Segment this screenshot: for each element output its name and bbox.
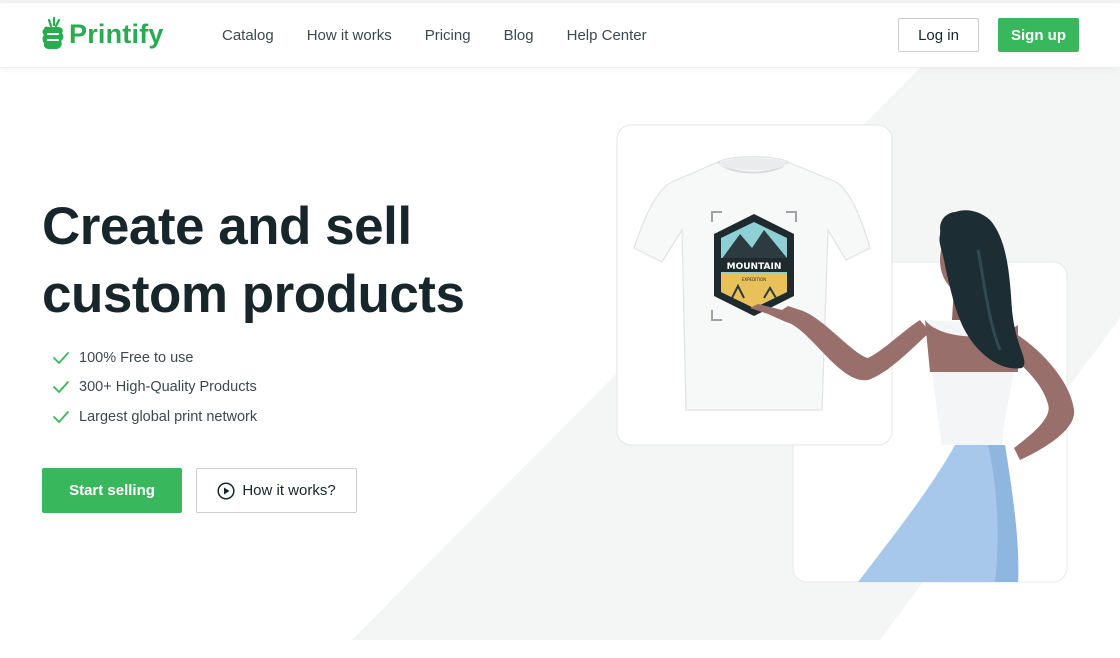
nav-pricing[interactable]: Pricing [425,27,471,44]
printify-logo-icon [42,17,64,49]
design-subtitle: EXPEDITION [742,277,766,282]
how-it-works-button[interactable]: How it works? [196,468,357,513]
nav-blog[interactable]: Blog [504,27,534,44]
design-title: MOUNTAIN [727,262,782,272]
hero-title: Create and sell custom products [42,193,562,329]
feature-label: 300+ High-Quality Products [79,379,257,396]
check-icon [53,351,69,364]
signup-button[interactable]: Sign up [998,18,1079,52]
hero-illustration: MOUNTAIN EXPEDITION [616,124,1075,583]
main-nav: Catalog How it works Pricing Blog Help C… [222,3,680,68]
hero-title-line-2: custom products [42,265,465,324]
feature-label: 100% Free to use [79,349,194,366]
nav-help-center[interactable]: Help Center [567,27,647,44]
logo-wordmark: Printify [69,18,164,49]
login-button[interactable]: Log in [898,18,979,52]
printify-logo[interactable]: Printify [40,17,164,51]
hero-title-line-1: Create and sell [42,197,412,256]
how-it-works-label: How it works? [242,482,336,499]
feature-list: 100% Free to use 300+ High-Quality Produ… [52,343,257,432]
feature-item: Largest global print network [52,402,257,432]
nav-catalog[interactable]: Catalog [222,27,274,44]
play-circle-icon [217,481,235,500]
feature-item: 100% Free to use [52,343,257,373]
check-icon [53,410,69,423]
check-icon [53,381,69,394]
start-selling-button[interactable]: Start selling [42,468,182,513]
nav-how-it-works[interactable]: How it works [307,27,392,44]
feature-item: 300+ High-Quality Products [52,373,257,403]
site-header: Printify Catalog How it works Pricing Bl… [0,3,1120,68]
feature-label: Largest global print network [79,408,258,425]
